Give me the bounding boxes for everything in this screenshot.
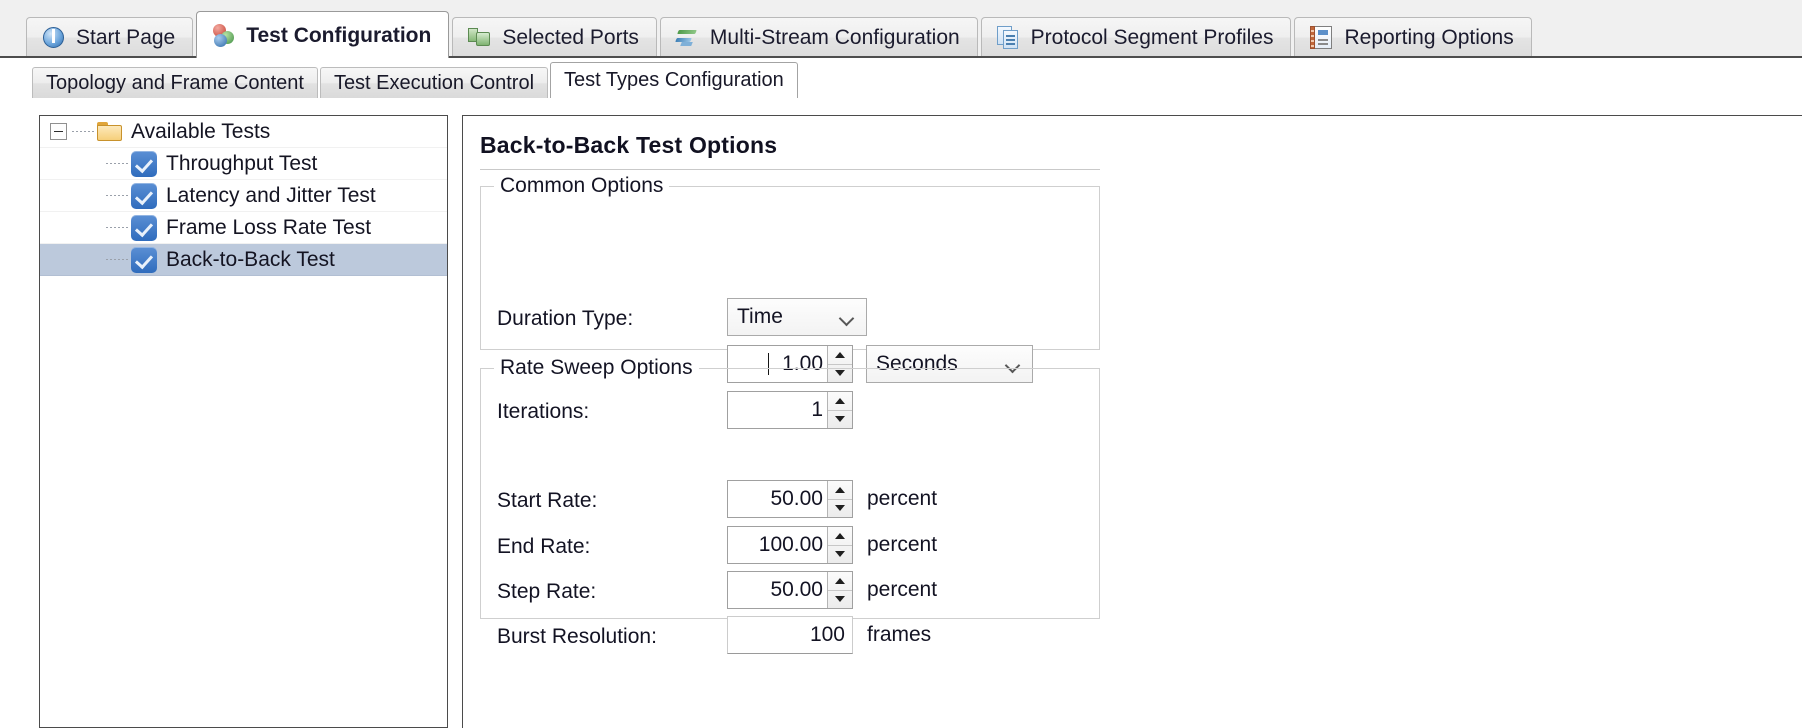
burst-resolution-value: 100: [809, 623, 845, 646]
start-rate-input[interactable]: 50.00: [728, 481, 827, 517]
tree-item-frame-loss-rate-test[interactable]: Frame Loss Rate Test: [40, 212, 447, 244]
start-rate-label-row: Start Rate:: [497, 484, 597, 518]
spinner-buttons[interactable]: [827, 527, 852, 563]
sub-tab-bar: Topology and Frame Content Test Executio…: [0, 58, 1802, 98]
end-rate-input[interactable]: 100.00: [728, 527, 827, 563]
end-rate-unit: percent: [867, 533, 938, 556]
subtab-topology-and-frame-content[interactable]: Topology and Frame Content: [32, 67, 318, 98]
end-rate-label: End Rate:: [497, 535, 591, 558]
folder-icon: [97, 121, 122, 142]
available-tests-tree[interactable]: Available Tests Throughput Test Latency …: [39, 115, 448, 728]
content-area: Available Tests Throughput Test Latency …: [0, 98, 1802, 728]
test-configuration-window: Start Page Test Configuration Selected P…: [0, 0, 1802, 728]
step-rate-input[interactable]: 50.00: [728, 572, 827, 608]
tree-connector: [106, 259, 128, 260]
ports-icon: [468, 26, 491, 49]
title-divider: [480, 169, 1100, 170]
tree-connector: [106, 227, 128, 228]
burst-resolution-label: Burst Resolution:: [497, 625, 657, 648]
step-rate-label: Step Rate:: [497, 580, 597, 603]
duration-type-label-row: Duration Type:: [497, 302, 633, 336]
checkbox-checked-icon[interactable]: [131, 214, 157, 241]
test-options-panel: Back-to-Back Test Options Common Options…: [462, 115, 1802, 728]
spinner-up-icon[interactable]: [828, 527, 852, 546]
tab-label: Multi-Stream Configuration: [709, 26, 960, 49]
spinner-down-icon[interactable]: [828, 500, 852, 518]
tree-node-label: Available Tests: [131, 120, 271, 143]
tab-label: Protocol Segment Profiles: [1030, 26, 1274, 49]
step-rate-value: 50.00: [770, 578, 823, 601]
burst-resolution-input[interactable]: 100: [727, 616, 853, 654]
burst-resolution-unit: frames: [867, 623, 932, 646]
protocol-profiles-icon: [996, 26, 1020, 49]
start-rate-value: 50.00: [770, 487, 823, 510]
checkbox-checked-icon[interactable]: [131, 182, 157, 209]
start-rate-unit: percent: [867, 487, 938, 510]
tab-label: Reporting Options: [1344, 26, 1514, 49]
test-config-icon: [212, 23, 235, 47]
multi-stream-icon: [675, 26, 699, 49]
end-rate-label-row: End Rate:: [497, 530, 590, 564]
tree-node-available-tests[interactable]: Available Tests: [40, 116, 447, 148]
tab-label: Test Configuration: [246, 23, 432, 47]
tab-multi-stream-configuration[interactable]: Multi-Stream Configuration: [659, 17, 978, 57]
subtab-test-execution-control[interactable]: Test Execution Control: [319, 67, 549, 98]
duration-type-select[interactable]: Time: [727, 298, 867, 336]
info-icon: [42, 26, 65, 49]
tree-item-label: Back-to-Back Test: [166, 248, 335, 271]
spinner-up-icon[interactable]: [828, 346, 852, 365]
tab-test-configuration[interactable]: Test Configuration: [196, 11, 450, 58]
end-rate-value: 100.00: [758, 533, 823, 556]
group-legend: Common Options: [494, 174, 670, 198]
spinner-buttons[interactable]: [827, 572, 852, 608]
step-rate-unit: percent: [867, 578, 938, 601]
checkbox-checked-icon[interactable]: [131, 246, 157, 273]
burst-resolution-label-row: Burst Resolution:: [497, 620, 657, 654]
group-legend: Rate Sweep Options: [494, 356, 699, 380]
duration-type-value: Time: [737, 305, 783, 328]
main-tab-bar: Start Page Test Configuration Selected P…: [0, 0, 1802, 58]
start-rate-spinner[interactable]: 50.00: [727, 480, 853, 518]
tab-reporting-options[interactable]: Reporting Options: [1294, 17, 1532, 57]
collapse-icon[interactable]: [50, 123, 67, 140]
tab-selected-ports[interactable]: Selected Ports: [452, 17, 657, 57]
tree-connector: [106, 163, 128, 164]
chevron-down-icon: [841, 313, 854, 321]
tree-item-label: Throughput Test: [166, 152, 318, 175]
tab-label: Selected Ports: [502, 26, 639, 49]
tab-start-page[interactable]: Start Page: [26, 17, 194, 57]
spinner-down-icon[interactable]: [828, 546, 852, 564]
spinner-up-icon[interactable]: [828, 572, 852, 591]
spinner-up-icon[interactable]: [828, 481, 852, 500]
step-rate-spinner[interactable]: 50.00: [727, 571, 853, 609]
checkbox-checked-icon[interactable]: [131, 150, 157, 177]
tree-item-latency-and-jitter-test[interactable]: Latency and Jitter Test: [40, 180, 447, 212]
tab-protocol-segment-profiles[interactable]: Protocol Segment Profiles: [980, 17, 1292, 57]
subtab-test-types-configuration[interactable]: Test Types Configuration: [550, 62, 798, 98]
tree-item-label: Frame Loss Rate Test: [166, 216, 372, 239]
reporting-icon: [1310, 26, 1333, 49]
spinner-buttons[interactable]: [827, 481, 852, 517]
start-rate-label: Start Rate:: [497, 489, 598, 512]
tree-connector: [106, 195, 128, 196]
end-rate-spinner[interactable]: 100.00: [727, 526, 853, 564]
page-title: Back-to-Back Test Options: [480, 132, 778, 158]
tab-label: Start Page: [76, 26, 176, 49]
step-rate-label-row: Step Rate:: [497, 575, 596, 609]
tree-item-back-to-back-test[interactable]: Back-to-Back Test: [40, 244, 447, 276]
chevron-down-icon: [1007, 360, 1020, 368]
duration-type-label: Duration Type:: [497, 307, 634, 330]
tree-connector: [72, 131, 94, 132]
spinner-down-icon[interactable]: [828, 591, 852, 609]
tree-item-throughput-test[interactable]: Throughput Test: [40, 148, 447, 180]
tree-item-label: Latency and Jitter Test: [166, 184, 376, 207]
